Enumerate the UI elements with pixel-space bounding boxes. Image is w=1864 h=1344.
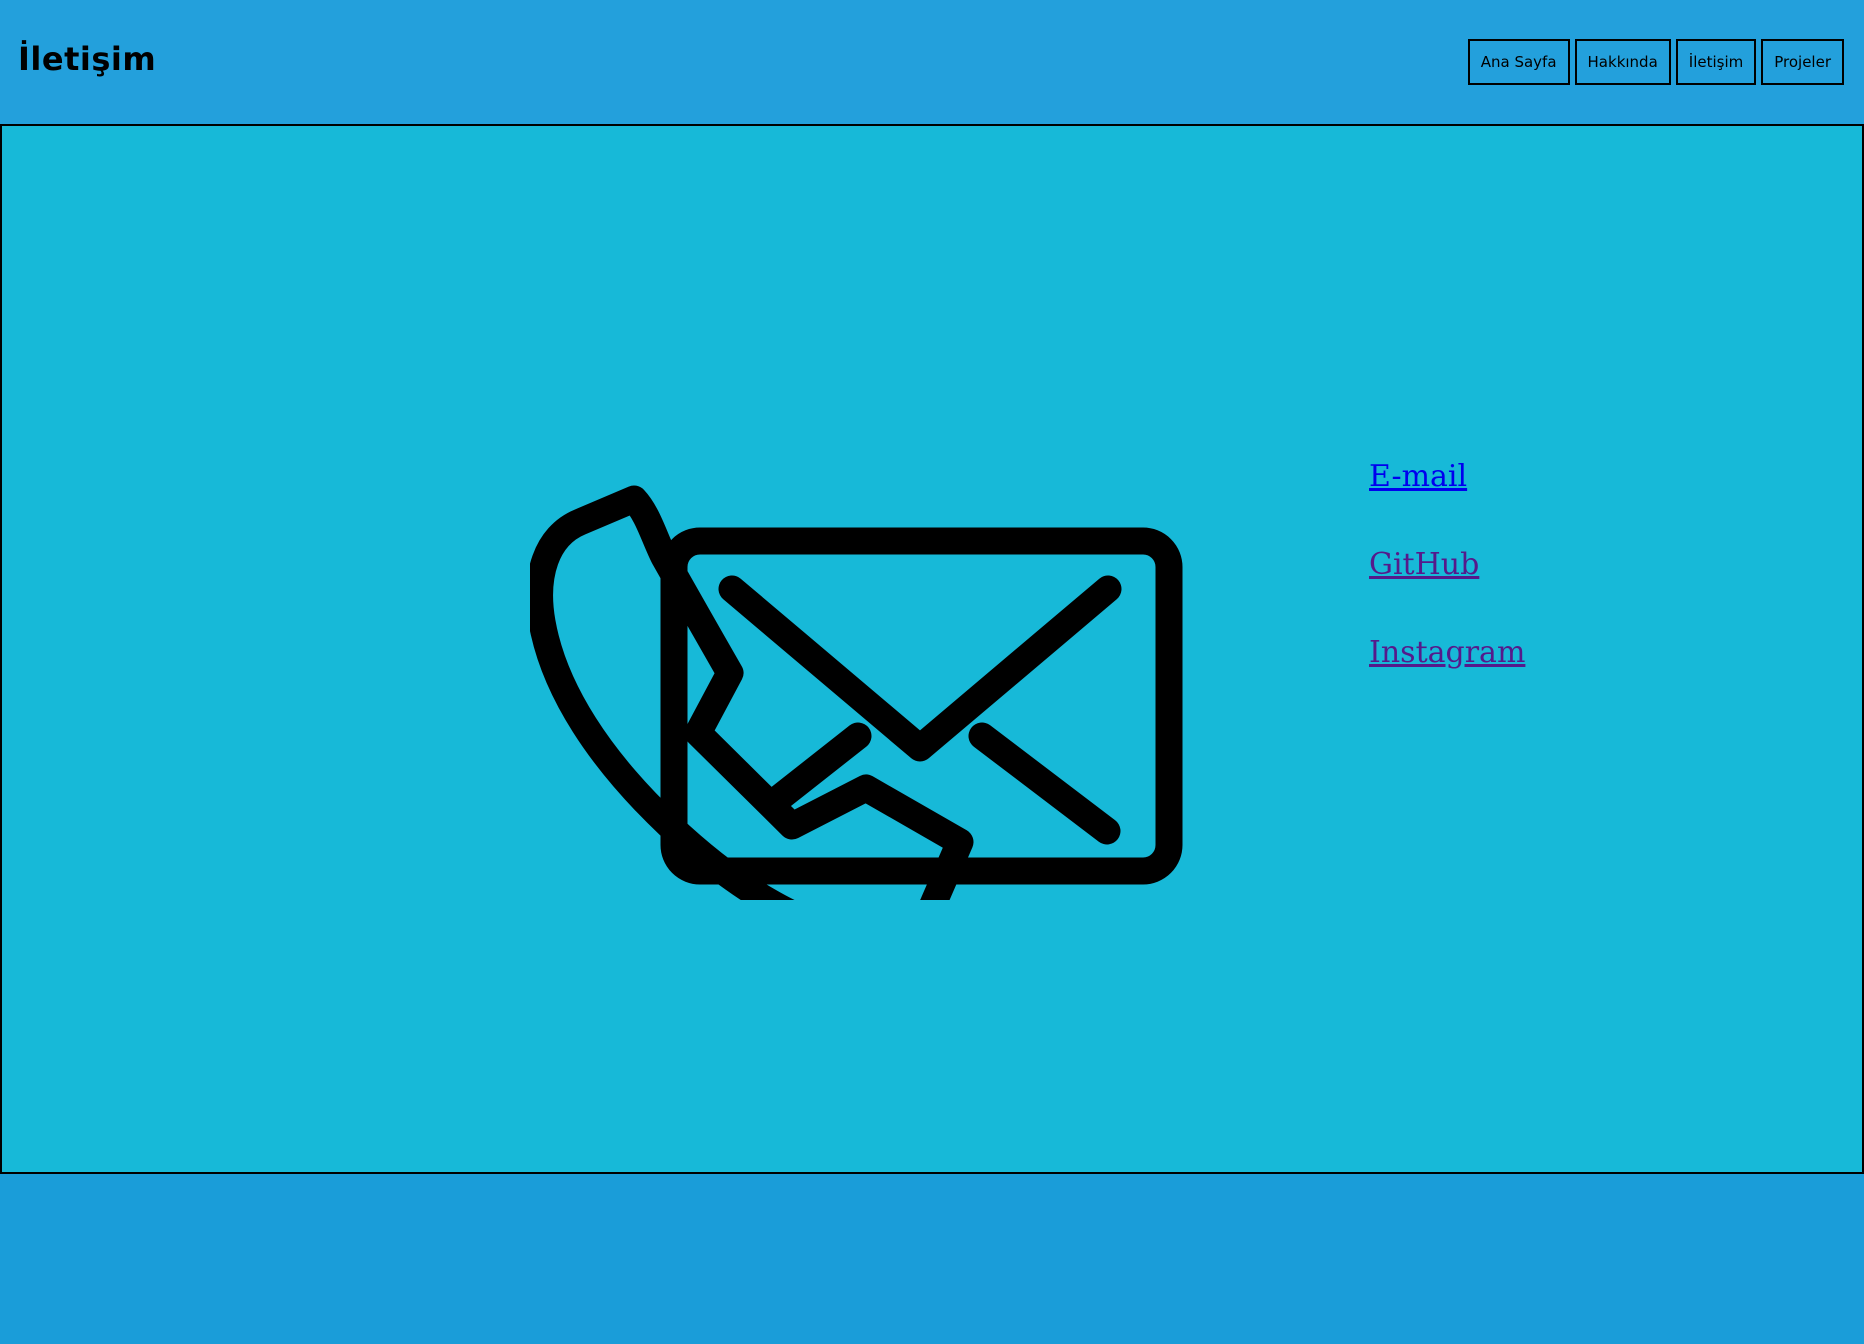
footer — [0, 1174, 1864, 1344]
contact-links: E-mail GitHub Instagram — [1369, 456, 1525, 674]
nav-contact-button[interactable]: İletişim — [1675, 39, 1757, 85]
github-link[interactable]: GitHub — [1369, 544, 1525, 586]
phone-handset — [530, 485, 974, 900]
nav-home-button[interactable]: Ana Sayfa — [1467, 39, 1570, 85]
envelope-right-diagonal — [968, 722, 1121, 845]
header: İletişim Ana Sayfa Hakkında İletişim Pro… — [0, 0, 1864, 124]
instagram-link[interactable]: Instagram — [1369, 632, 1525, 674]
nav-projects-button[interactable]: Projeler — [1761, 39, 1844, 85]
envelope-flap — [718, 575, 1122, 762]
contact-section: E-mail GitHub Instagram — [0, 124, 1864, 1174]
main-nav: Ana Sayfa Hakkında İletişim Projeler — [1467, 39, 1844, 85]
email-link[interactable]: E-mail — [1369, 456, 1525, 498]
phone-envelope-icon — [530, 485, 1183, 900]
page-title: İletişim — [18, 40, 157, 78]
nav-about-button[interactable]: Hakkında — [1574, 39, 1671, 85]
